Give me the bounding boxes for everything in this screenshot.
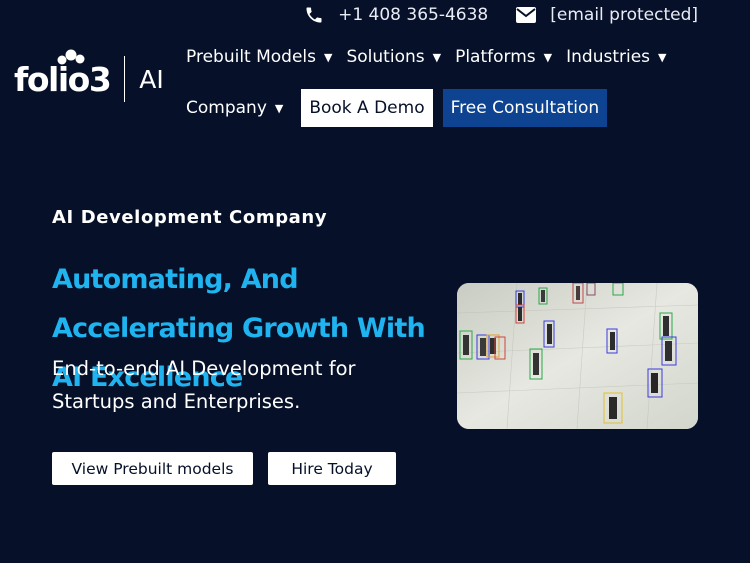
phone-icon xyxy=(304,5,324,25)
caret-down-icon: ▼ xyxy=(274,101,284,115)
caret-down-icon: ▼ xyxy=(432,50,442,64)
hire-today-button[interactable]: Hire Today xyxy=(268,452,396,485)
logo-divider xyxy=(124,56,126,102)
email-contact[interactable]: [email protected] xyxy=(516,5,698,25)
caret-down-icon: ▼ xyxy=(658,50,667,64)
logo-dots-icon xyxy=(57,49,85,65)
book-demo-button[interactable]: Book A Demo xyxy=(301,89,433,127)
nav-label: Platforms xyxy=(455,47,536,67)
hero-eyebrow: AI Development Company xyxy=(52,207,328,228)
logo-suffix: AI xyxy=(139,64,164,94)
nav-platforms[interactable]: Platforms ▼ xyxy=(455,47,566,67)
main-nav-row-2: Company ▼ Book A Demo Free Consultation xyxy=(186,89,608,127)
hero-image xyxy=(457,283,698,429)
site-logo[interactable]: folio3 AI xyxy=(14,49,164,104)
nav-label: Industries xyxy=(566,47,651,67)
nav-solutions[interactable]: Solutions ▼ xyxy=(346,47,455,67)
nav-label: Solutions xyxy=(346,47,425,67)
free-consultation-button[interactable]: Free Consultation xyxy=(442,89,608,127)
contact-bar: +1 408 365-4638 [email protected] xyxy=(304,0,750,30)
nav-label: Company xyxy=(186,98,267,118)
nav-company[interactable]: Company ▼ xyxy=(186,98,297,118)
view-prebuilt-models-button[interactable]: View Prebuilt models xyxy=(52,452,253,485)
caret-down-icon: ▼ xyxy=(543,50,553,64)
caret-down-icon: ▼ xyxy=(324,50,333,64)
nav-label: Prebuilt Models xyxy=(186,47,317,67)
pedestrian-detection-image xyxy=(457,283,698,429)
nav-industries[interactable]: Industries ▼ xyxy=(566,47,680,67)
phone-number[interactable]: +1 408 365-4638 xyxy=(338,5,488,25)
email-address[interactable]: [email protected] xyxy=(550,5,698,25)
envelope-icon xyxy=(516,7,537,23)
nav-prebuilt-models[interactable]: Prebuilt Models ▼ xyxy=(186,47,346,67)
hero-subtitle: End-to-end AI Development for Startups a… xyxy=(52,357,356,413)
main-nav-row-1: Prebuilt Models ▼ Solutions ▼ Platforms … xyxy=(186,44,680,70)
phone-contact[interactable]: +1 408 365-4638 xyxy=(304,5,488,25)
